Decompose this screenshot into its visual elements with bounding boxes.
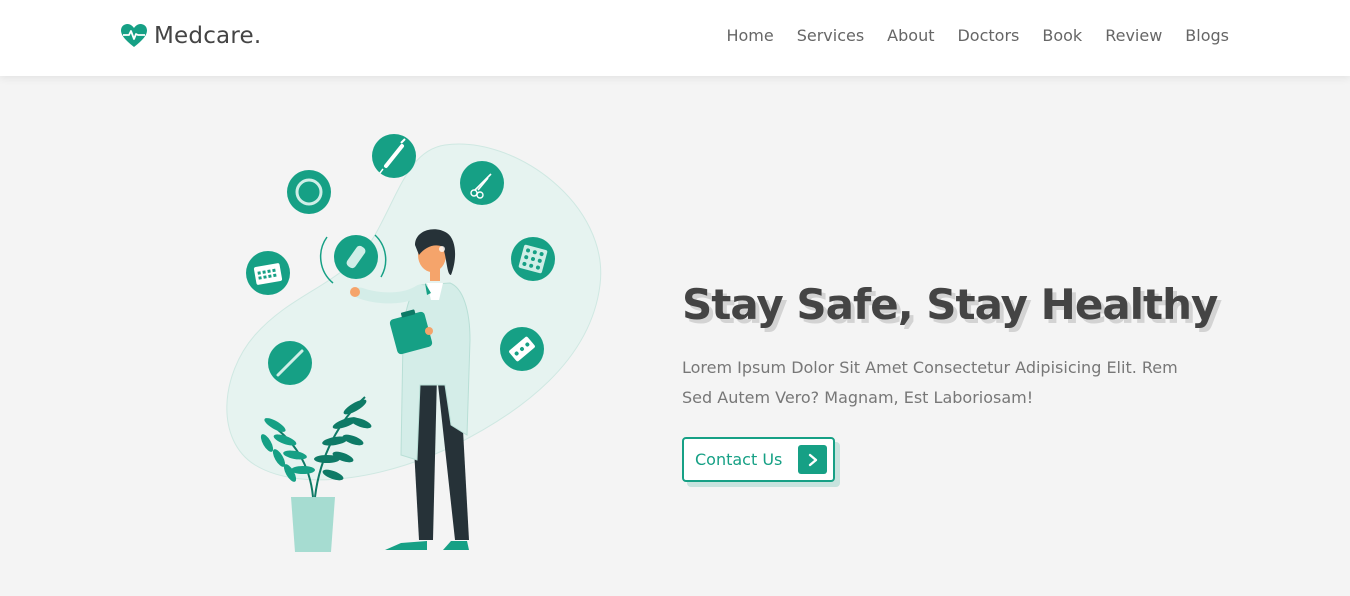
syringe-circle-icon — [372, 134, 416, 178]
nav-blogs[interactable]: Blogs — [1185, 26, 1229, 45]
nav-review[interactable]: Review — [1105, 26, 1162, 45]
site-header: Medcare. Home Services About Doctors Boo… — [0, 0, 1350, 76]
brand-name: Medcare. — [154, 23, 262, 49]
pill-box-circle-icon — [511, 237, 555, 281]
calendar-circle-icon — [246, 251, 290, 295]
heartbeat-icon — [121, 24, 147, 47]
contact-us-label: Contact Us — [695, 450, 783, 469]
nav-book[interactable]: Book — [1042, 26, 1082, 45]
nav-doctors[interactable]: Doctors — [957, 26, 1019, 45]
pills-circle-icon — [500, 327, 544, 371]
doctor-illustration — [226, 134, 602, 552]
nav-about[interactable]: About — [887, 26, 934, 45]
ring-circle-icon — [287, 170, 331, 214]
hero-title: Stay Safe, Stay Healthy — [682, 280, 1218, 329]
hero-description: Lorem Ipsum Dolor Sit Amet Consectetur A… — [682, 358, 1178, 407]
nav-home[interactable]: Home — [726, 26, 773, 45]
nav-services[interactable]: Services — [797, 26, 864, 45]
thermometer-circle-icon — [268, 341, 312, 385]
main-nav: Home Services About Doctors Book Review … — [726, 26, 1229, 45]
brand-logo[interactable]: Medcare. — [120, 22, 261, 50]
chevron-right-icon — [798, 445, 827, 474]
hero-section: Stay Safe, Stay Healthy Lorem Ipsum Dolo… — [682, 280, 1242, 413]
contact-us-button[interactable]: Contact Us — [682, 437, 835, 482]
scissors-circle-icon — [460, 161, 504, 205]
